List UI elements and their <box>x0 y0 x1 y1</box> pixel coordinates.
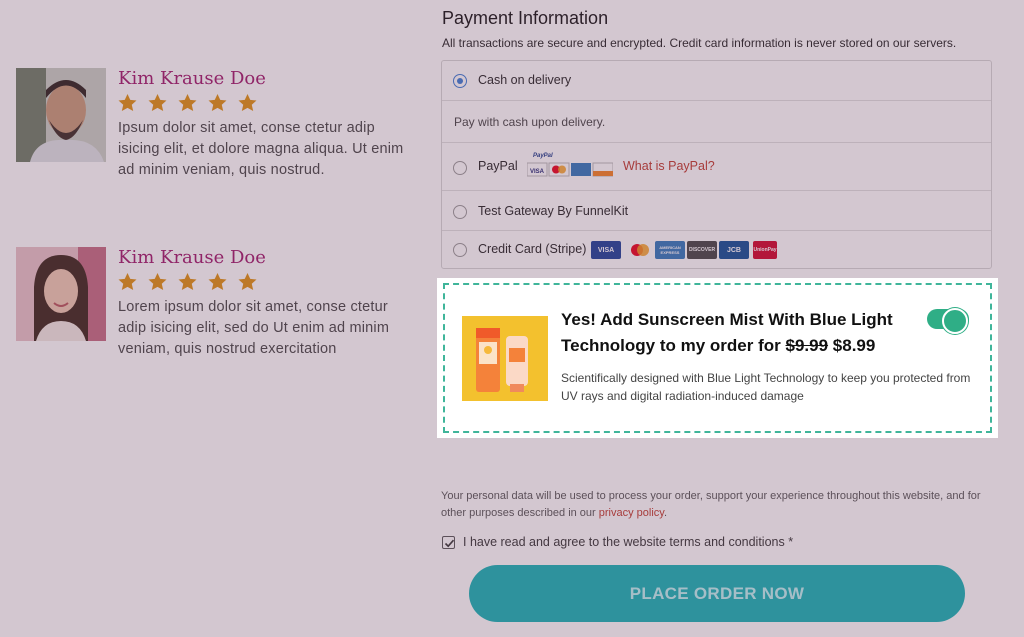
privacy-policy-link[interactable]: privacy policy <box>599 507 664 519</box>
jcb-card-icon: JCB <box>719 241 749 259</box>
star-icon <box>148 94 167 112</box>
visa-card-icon: VISA <box>591 241 621 259</box>
checkmark-icon <box>444 539 455 548</box>
new-price: $8.99 <box>832 336 876 355</box>
star-icon <box>118 273 137 291</box>
svg-text:VISA: VISA <box>530 169 545 175</box>
discover-card-icon: DISCOVER <box>687 241 717 259</box>
cod-radio[interactable] <box>453 74 467 88</box>
test-gateway-radio[interactable] <box>453 205 467 219</box>
page-edge <box>1010 0 1024 637</box>
payment-method-stripe[interactable]: Credit Card (Stripe) VISA AMERICAN EXPRE… <box>442 231 991 269</box>
card-logos-icon: VISA <box>527 162 613 177</box>
payment-method-cod[interactable]: Cash on delivery <box>442 61 991 101</box>
paypal-cards-badge: PayPal VISA <box>527 153 613 181</box>
paypal-radio[interactable] <box>453 161 467 175</box>
star-icon <box>238 94 257 112</box>
privacy-notice: Your personal data will be used to proce… <box>441 488 991 522</box>
reviewer-avatar <box>16 68 106 162</box>
cod-description: Pay with cash upon delivery. <box>454 115 606 129</box>
order-bump-toggle[interactable] <box>927 308 969 334</box>
old-price: $9.99 <box>785 336 829 355</box>
place-order-button[interactable]: PLACE ORDER NOW <box>469 565 965 622</box>
star-icon <box>238 273 257 291</box>
star-icon <box>118 94 137 112</box>
test-gateway-label: Test Gateway By FunnelKit <box>478 204 629 218</box>
paypal-label: PayPal <box>478 159 518 173</box>
stripe-label: Credit Card (Stripe) <box>478 242 587 256</box>
payment-method-test-gateway[interactable]: Test Gateway By FunnelKit <box>442 191 991 231</box>
amex-card-icon: AMERICAN EXPRESS <box>655 241 685 259</box>
paypal-badge-text: PayPal <box>533 153 553 159</box>
rating-stars <box>118 273 257 291</box>
order-bump-title: Yes! Add Sunscreen Mist With Blue Light … <box>561 307 911 359</box>
terms-label: I have read and agree to the website ter… <box>463 535 794 549</box>
star-icon <box>148 273 167 291</box>
reviewer-name: Kim Krause Doe <box>118 68 266 89</box>
reviewer-avatar <box>16 247 106 341</box>
unionpay-card-icon: UnionPay <box>753 241 777 259</box>
star-icon <box>178 94 197 112</box>
payment-methods: Cash on delivery Pay with cash upon deli… <box>441 60 992 269</box>
payment-title: Payment Information <box>442 8 609 28</box>
sunscreen-product-image <box>462 316 548 401</box>
cod-label: Cash on delivery <box>478 73 572 87</box>
payment-subtitle: All transactions are secure and encrypte… <box>442 36 957 50</box>
cod-description-panel: Pay with cash upon delivery. <box>442 101 991 143</box>
what-is-paypal-link[interactable]: What is PayPal? <box>623 159 715 173</box>
payment-method-paypal[interactable]: PayPal PayPal VISA What is PayPal? <box>442 143 991 191</box>
stripe-radio[interactable] <box>453 243 467 257</box>
review-text: Lorem ipsum dolor sit amet, conse ctetur… <box>118 299 390 357</box>
star-icon <box>178 273 197 291</box>
terms-checkbox[interactable] <box>442 536 455 549</box>
rating-stars <box>118 94 257 112</box>
review-text: Ipsum dolor sit amet, conse ctetur adip … <box>118 120 404 178</box>
star-icon <box>208 273 227 291</box>
order-bump-description: Scientifically designed with Blue Light … <box>561 371 971 403</box>
privacy-end: . <box>664 507 668 519</box>
privacy-text: Your personal data will be used to proce… <box>441 490 981 519</box>
star-icon <box>208 94 227 112</box>
mastercard-icon <box>625 241 655 259</box>
reviewer-name: Kim Krause Doe <box>118 247 266 268</box>
